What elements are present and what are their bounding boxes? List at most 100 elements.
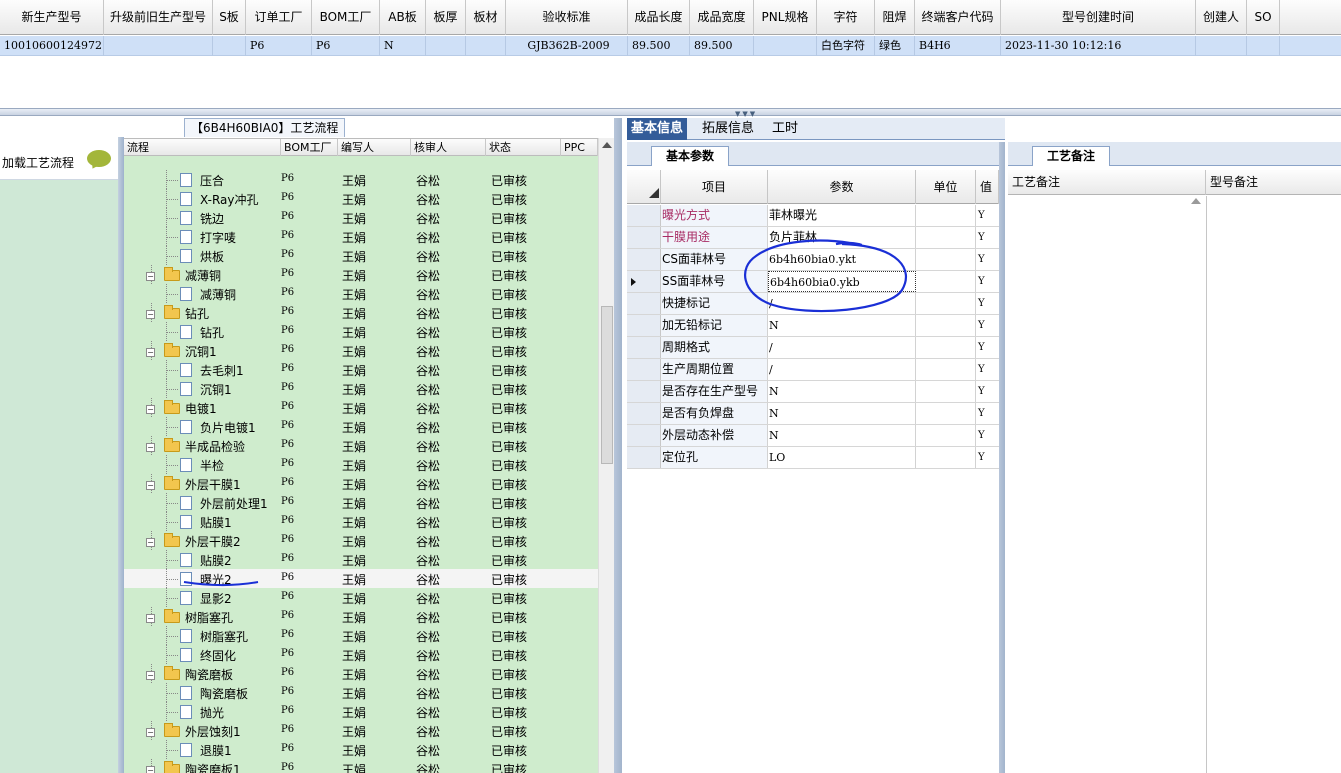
param-row[interactable]: SS面菲林号 6b4h60bia0.ykb Y [627, 271, 999, 293]
param-unit[interactable] [916, 293, 976, 314]
col-header[interactable]: AB板 [380, 0, 426, 35]
param-row[interactable]: CS面菲林号 6b4h60bia0.ykt Y [627, 249, 999, 271]
param-col-header[interactable]: 值 [976, 170, 999, 204]
collapse-icon[interactable]: − [146, 481, 155, 490]
col-header[interactable]: 创建人 [1196, 0, 1247, 35]
col-header[interactable]: 终端客户代码 [915, 0, 1001, 35]
param-unit[interactable] [916, 227, 976, 248]
param-flag[interactable]: Y [976, 227, 998, 248]
row-selector[interactable] [627, 337, 661, 358]
info-splitter[interactable] [999, 142, 1005, 773]
tree-row[interactable]: 陶瓷磨板 P6 王娟 谷松 已审核 [124, 683, 598, 702]
param-unit[interactable] [916, 359, 976, 380]
tree-row[interactable]: 钻孔 P6 王娟 谷松 已审核 [124, 322, 598, 341]
param-flag[interactable]: Y [976, 381, 998, 402]
load-process-button[interactable]: 加载工艺流程 [0, 137, 118, 180]
row-selector[interactable] [627, 271, 661, 292]
param-value[interactable]: N [768, 315, 916, 336]
col-header[interactable]: PNL规格 [754, 0, 817, 35]
tree-splitter[interactable] [614, 118, 622, 773]
param-unit[interactable] [916, 271, 976, 292]
tab-basic-info[interactable]: 基本信息 [627, 118, 688, 140]
tree-row[interactable]: 终固化 P6 王娟 谷松 已审核 [124, 645, 598, 664]
tree-row[interactable]: 负片电镀1 P6 王娟 谷松 已审核 [124, 417, 598, 436]
col-header[interactable]: 板厚 [426, 0, 466, 35]
tree-col-header[interactable]: 核审人 [411, 139, 486, 156]
tab-extended-info[interactable]: 拓展信息 [698, 118, 758, 140]
param-unit[interactable] [916, 447, 976, 468]
collapse-icon[interactable]: − [146, 310, 155, 319]
tree-col-header[interactable]: PPC [561, 139, 598, 156]
tree-row[interactable]: − 钻孔 P6 王娟 谷松 已审核 [124, 303, 598, 322]
param-flag[interactable]: Y [976, 205, 998, 226]
param-unit[interactable] [916, 337, 976, 358]
col-header[interactable]: 订单工厂 [246, 0, 312, 35]
tree-row[interactable]: 沉铜1 P6 王娟 谷松 已审核 [124, 379, 598, 398]
param-row[interactable]: 快捷标记 / Y [627, 293, 999, 315]
param-unit[interactable] [916, 381, 976, 402]
param-unit[interactable] [916, 315, 976, 336]
tree-row[interactable]: 抛光 P6 王娟 谷松 已审核 [124, 702, 598, 721]
param-flag[interactable]: Y [976, 425, 998, 446]
collapse-icon[interactable]: − [146, 671, 155, 680]
param-value[interactable]: / [768, 337, 916, 358]
tree-row[interactable]: 压合 P6 王娟 谷松 已审核 [124, 170, 598, 189]
collapse-icon[interactable]: − [146, 348, 155, 357]
tree-row[interactable]: − 陶瓷磨板 P6 王娟 谷松 已审核 [124, 664, 598, 683]
param-flag[interactable]: Y [976, 359, 998, 380]
param-row[interactable]: 是否存在生产型号 N Y [627, 381, 999, 403]
col-header[interactable]: 字符 [817, 0, 875, 35]
col-header[interactable]: 新生产型号 [0, 0, 104, 35]
param-unit[interactable] [916, 403, 976, 424]
splitter-grip-icon[interactable]: ▼▼▼ [735, 110, 757, 118]
tree-row[interactable]: 贴膜1 P6 王娟 谷松 已审核 [124, 512, 598, 531]
row-selector[interactable] [627, 249, 661, 270]
param-value[interactable]: 6b4h60bia0.ykb [768, 271, 916, 292]
tree-col-header[interactable]: 状态 [486, 139, 561, 156]
tab-basic-params[interactable]: 基本参数 [651, 146, 729, 166]
row-selector[interactable] [627, 447, 661, 468]
param-value[interactable]: 菲林曝光 [768, 205, 916, 226]
row-selector[interactable] [627, 403, 661, 424]
row-selector[interactable] [627, 293, 661, 314]
param-value[interactable]: 6b4h60bia0.ykt [768, 249, 916, 270]
tree-row[interactable]: 贴膜2 P6 王娟 谷松 已审核 [124, 550, 598, 569]
tree-row[interactable]: − 外层蚀刻1 P6 王娟 谷松 已审核 [124, 721, 598, 740]
param-row[interactable]: 曝光方式 菲林曝光 Y [627, 205, 999, 227]
param-value[interactable]: N [768, 403, 916, 424]
param-flag[interactable]: Y [976, 403, 998, 424]
param-value[interactable]: / [768, 359, 916, 380]
tree-row[interactable]: 退膜1 P6 王娟 谷松 已审核 [124, 740, 598, 759]
tree-col-header[interactable]: 编写人 [338, 139, 411, 156]
param-flag[interactable]: Y [976, 315, 998, 336]
tree-row[interactable]: 去毛刺1 P6 王娟 谷松 已审核 [124, 360, 598, 379]
tree-row[interactable]: − 陶瓷磨板1 P6 王娟 谷松 已审核 [124, 759, 598, 773]
col-header[interactable]: BOM工厂 [312, 0, 380, 35]
col-header[interactable]: 验收标准 [506, 0, 628, 35]
param-flag[interactable]: Y [976, 271, 998, 292]
tree-row[interactable]: 曝光2 P6 王娟 谷松 已审核 [124, 569, 598, 588]
param-col-header[interactable]: 单位 [916, 170, 976, 204]
collapse-icon[interactable]: − [146, 272, 155, 281]
param-flag[interactable]: Y [976, 249, 998, 270]
param-unit[interactable] [916, 249, 976, 270]
tree-row[interactable]: − 减薄铜 P6 王娟 谷松 已审核 [124, 265, 598, 284]
param-unit[interactable] [916, 425, 976, 446]
remark-col-header[interactable]: 工艺备注 [1008, 170, 1206, 195]
col-header[interactable]: 型号创建时间 [1001, 0, 1196, 35]
tree-row[interactable]: 外层前处理1 P6 王娟 谷松 已审核 [124, 493, 598, 512]
collapse-icon[interactable]: − [146, 405, 155, 414]
scroll-thumb[interactable] [601, 306, 613, 464]
param-flag[interactable]: Y [976, 293, 998, 314]
remark-col-header[interactable]: 型号备注 [1206, 170, 1341, 195]
horizontal-splitter[interactable]: ▼▼▼ [0, 108, 1341, 118]
collapse-icon[interactable]: − [146, 728, 155, 737]
param-row[interactable]: 定位孔 LO Y [627, 447, 999, 469]
col-header[interactable]: SO [1247, 0, 1280, 35]
collapse-icon[interactable]: − [146, 766, 155, 773]
tree-row[interactable]: 打字唛 P6 王娟 谷松 已审核 [124, 227, 598, 246]
col-header[interactable]: 升级前旧生产型号 [104, 0, 213, 35]
tree-row[interactable]: 树脂塞孔 P6 王娟 谷松 已审核 [124, 626, 598, 645]
param-col-header[interactable]: 参数 [768, 170, 916, 204]
param-col-header[interactable]: 项目 [661, 170, 768, 204]
